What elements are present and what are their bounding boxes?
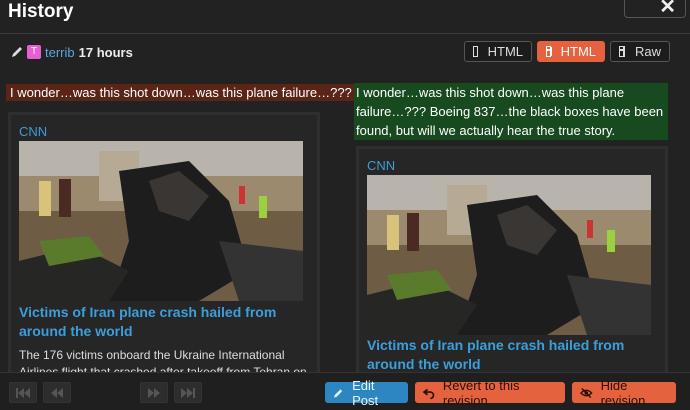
- undo-icon: [423, 388, 435, 399]
- edit-post-label: Edit Post: [352, 377, 379, 408]
- revert-revision-button[interactable]: Revert to this revision: [415, 378, 565, 408]
- hide-revision-label: Hide revision: [600, 377, 646, 408]
- pencil-icon: [12, 47, 22, 57]
- deleted-text: I wonder…was this shot down…was this pla…: [6, 84, 356, 101]
- previous-revision-button[interactable]: [43, 382, 71, 403]
- inserted-text: I wonder…was this shot down…was this pla…: [354, 83, 668, 140]
- close-button[interactable]: ✕: [624, 0, 686, 18]
- revision-time: 17 hours: [78, 44, 133, 60]
- onebox-headline[interactable]: Victims of Iran plane crash hailed from …: [367, 336, 657, 374]
- side-by-side-icon: [546, 46, 552, 57]
- hide-revision-button[interactable]: Hide revision: [572, 378, 676, 408]
- first-revision-button[interactable]: [9, 382, 37, 403]
- fast-backward-icon: [16, 388, 30, 398]
- next-revision-button[interactable]: [140, 382, 168, 403]
- side-by-side-markdown-icon: [619, 46, 625, 57]
- modal-title: History: [8, 1, 74, 22]
- onebox-card-current: CNN Victims of Iran plane crash hailed f…: [356, 146, 668, 377]
- header-divider: [0, 33, 690, 34]
- modal-header: History ✕: [0, 0, 690, 28]
- inline-icon: [473, 46, 478, 57]
- view-inline-label: HTML: [487, 44, 523, 59]
- revision-author: T terrib 17 hours: [10, 42, 133, 62]
- onebox-source[interactable]: CNN: [19, 124, 47, 139]
- username-link[interactable]: terrib: [45, 45, 75, 60]
- crash-photo[interactable]: [19, 141, 303, 301]
- view-raw-label: Raw: [634, 44, 661, 59]
- close-icon[interactable]: ✕: [659, 0, 676, 17]
- forward-icon: [148, 388, 160, 398]
- eye-slash-icon: [580, 387, 593, 398]
- edit-post-button[interactable]: Edit Post: [325, 378, 408, 408]
- pencil-icon: [333, 388, 343, 398]
- view-side-by-side-label: HTML: [560, 44, 596, 59]
- onebox-card-previous: CNN Victims of Iran plane crash hailed f…: [8, 112, 320, 379]
- crash-photo[interactable]: [367, 175, 651, 335]
- revert-revision-label: Revert to this revision: [442, 377, 520, 408]
- avatar[interactable]: T: [27, 45, 41, 59]
- modal-footer: Edit Post Revert to this revision Hide r…: [0, 372, 690, 410]
- backward-icon: [51, 388, 63, 398]
- onebox-source[interactable]: CNN: [367, 158, 395, 173]
- view-inline-button[interactable]: HTML: [464, 41, 532, 62]
- view-raw-button[interactable]: Raw: [610, 41, 670, 62]
- fast-forward-icon: [181, 388, 195, 398]
- last-revision-button[interactable]: [174, 382, 202, 403]
- view-side-by-side-button[interactable]: HTML: [537, 41, 605, 62]
- onebox-headline[interactable]: Victims of Iran plane crash hailed from …: [19, 303, 309, 341]
